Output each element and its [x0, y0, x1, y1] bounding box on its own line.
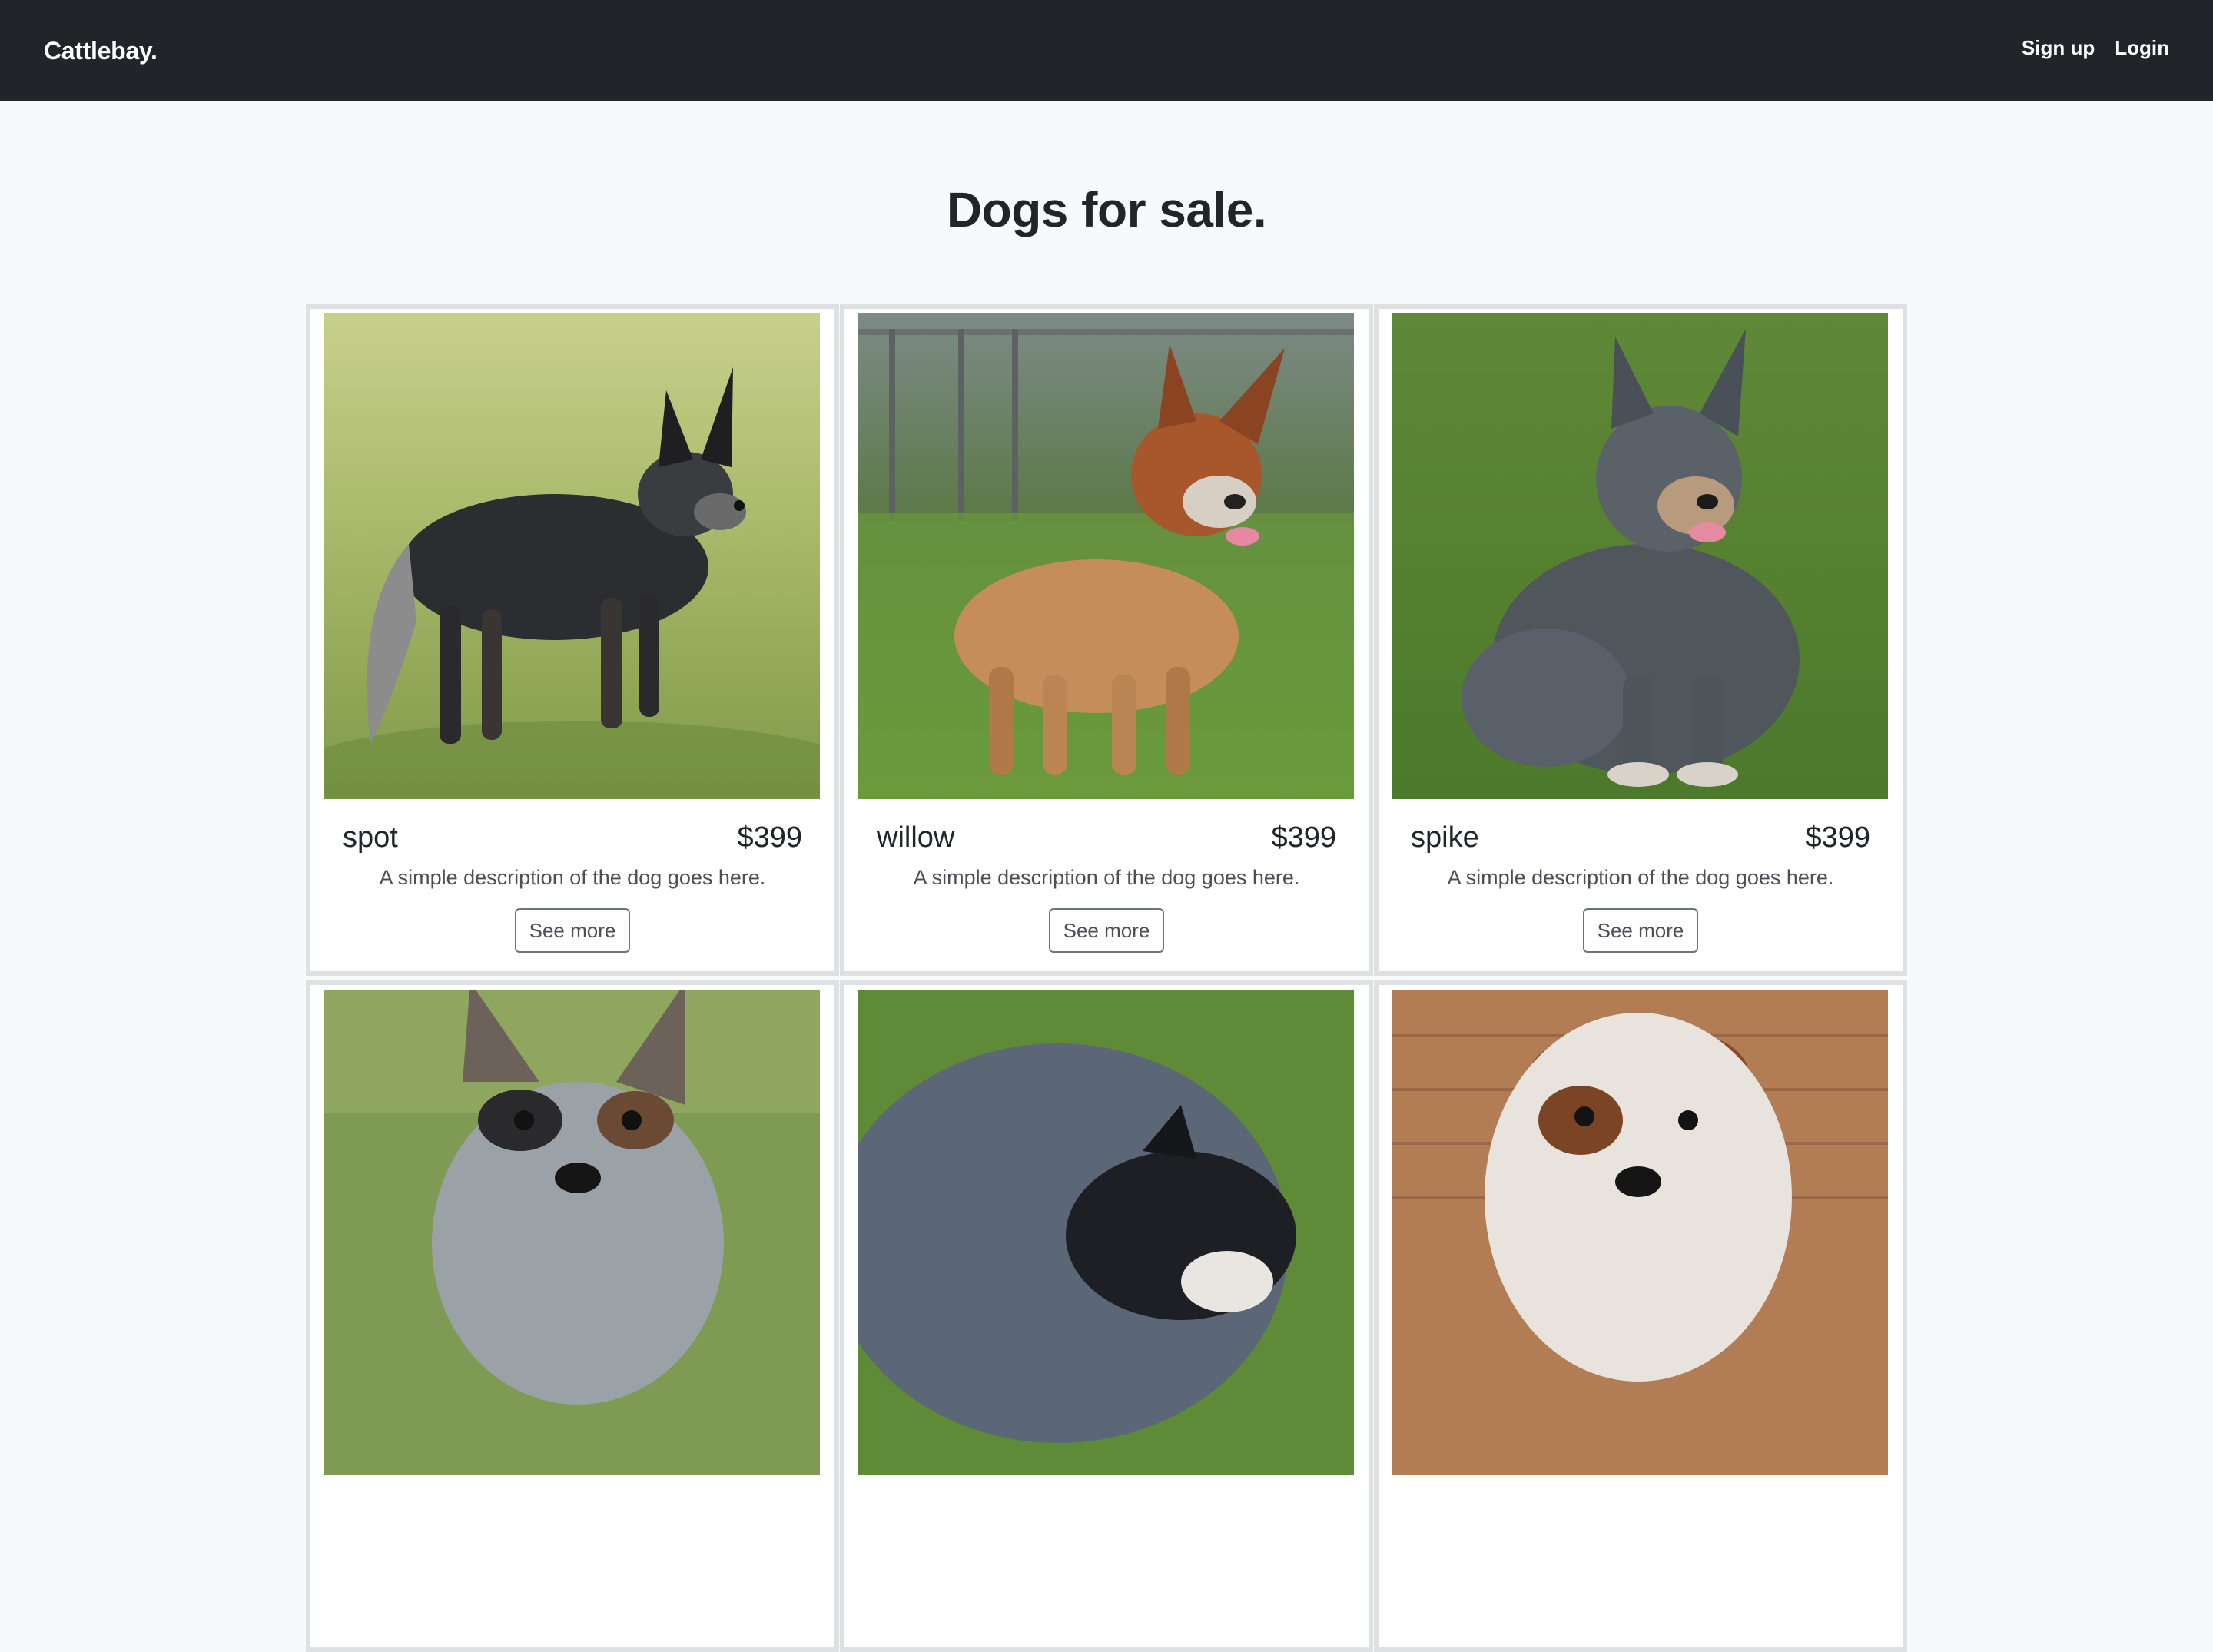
- see-more-button[interactable]: See more: [1049, 908, 1164, 953]
- see-more-button[interactable]: See more: [515, 908, 630, 953]
- dog-photo: [1392, 313, 1888, 799]
- dog-name: willow: [877, 821, 955, 854]
- dog-photo: [324, 990, 820, 1475]
- dog-card: spot $399 A simple description of the do…: [306, 304, 839, 976]
- dog-description: A simple description of the dog goes her…: [1447, 866, 1834, 889]
- see-more-button[interactable]: See more: [1583, 908, 1698, 953]
- dog-price: $399: [737, 821, 802, 854]
- dog-card: spike $399 A simple description of the d…: [1374, 304, 1907, 976]
- dog-card: willow $399 A simple description of the …: [840, 304, 1373, 976]
- nav-links: Sign up Login: [2022, 32, 2169, 63]
- dog-photo: [324, 313, 820, 799]
- dog-price: $399: [1271, 821, 1336, 854]
- dog-photo: [1392, 990, 1888, 1475]
- dog-photo: [858, 990, 1354, 1475]
- dog-name: spot: [343, 821, 398, 854]
- brand-logo[interactable]: Cattlebay.: [44, 34, 158, 68]
- sign-up-link[interactable]: Sign up: [2022, 32, 2095, 63]
- dog-card-grid: spot $399 A simple description of the do…: [306, 304, 1907, 1652]
- dog-card: [840, 980, 1373, 1652]
- login-link[interactable]: Login: [2115, 32, 2169, 63]
- page-title: Dogs for sale.: [946, 182, 1267, 237]
- dog-card: [306, 980, 839, 1652]
- dog-price: $399: [1805, 821, 1870, 854]
- dog-description: A simple description of the dog goes her…: [913, 866, 1300, 889]
- navbar: Cattlebay. Sign up Login: [0, 0, 2213, 101]
- dog-card: [1374, 980, 1907, 1652]
- dog-name: spike: [1411, 821, 1479, 854]
- dog-photo: [858, 313, 1354, 799]
- dog-description: A simple description of the dog goes her…: [379, 866, 766, 889]
